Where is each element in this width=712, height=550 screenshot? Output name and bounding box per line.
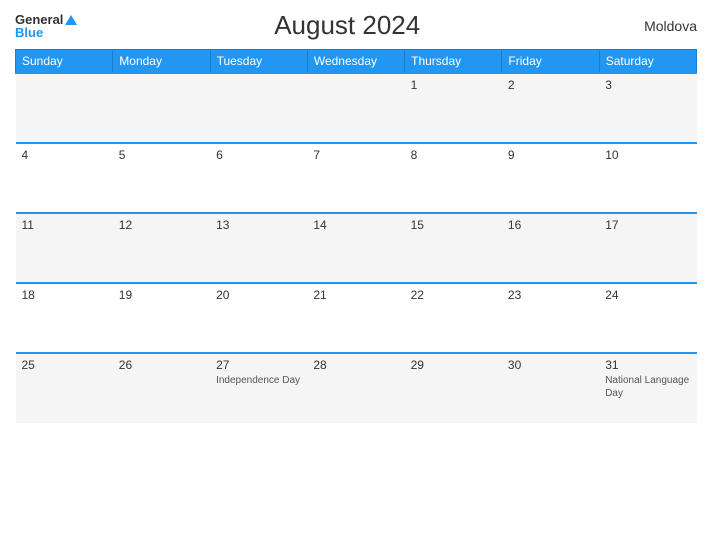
day-number: 19 — [119, 288, 204, 302]
calendar-cell: 26 — [113, 353, 210, 423]
day-number: 22 — [411, 288, 496, 302]
day-number: 12 — [119, 218, 204, 232]
calendar-cell: 8 — [405, 143, 502, 213]
calendar-week-row: 25 26 27 Independence Day 28 29 30 31 National L… — [16, 353, 697, 423]
calendar-cell: 6 — [210, 143, 307, 213]
logo-blue-text: Blue — [15, 26, 43, 39]
day-number: 10 — [605, 148, 690, 162]
day-number: 5 — [119, 148, 204, 162]
col-sunday: Sunday — [16, 50, 113, 74]
calendar-cell: 31 National Language Day — [599, 353, 696, 423]
day-number: 1 — [411, 78, 496, 92]
day-number: 16 — [508, 218, 593, 232]
day-number: 3 — [605, 78, 690, 92]
calendar-week-row: 123 — [16, 73, 697, 143]
calendar-cell: 27 Independence Day — [210, 353, 307, 423]
calendar-cell: 23 — [502, 283, 599, 353]
day-number: 27 — [216, 358, 301, 372]
calendar-cell: 3 — [599, 73, 696, 143]
col-thursday: Thursday — [405, 50, 502, 74]
calendar-week-row: 11 12 13 14 15 16 17 — [16, 213, 697, 283]
calendar-cell: 12 — [113, 213, 210, 283]
day-number: 28 — [313, 358, 398, 372]
calendar-header-row: Sunday Monday Tuesday Wednesday Thursday… — [16, 50, 697, 74]
day-number: 20 — [216, 288, 301, 302]
calendar-cell: 1 — [405, 73, 502, 143]
calendar-cell: 19 — [113, 283, 210, 353]
calendar-cell: 25 — [16, 353, 113, 423]
calendar-cell: 21 — [307, 283, 404, 353]
logo-triangle-icon — [65, 15, 77, 25]
calendar-week-row: 18 19 20 21 22 23 24 — [16, 283, 697, 353]
day-number: 30 — [508, 358, 593, 372]
calendar-cell: 28 — [307, 353, 404, 423]
calendar-cell: 7 — [307, 143, 404, 213]
day-number: 23 — [508, 288, 593, 302]
day-number: 4 — [22, 148, 107, 162]
day-number: 31 — [605, 358, 690, 372]
calendar-cell: 9 — [502, 143, 599, 213]
calendar-cell: 29 — [405, 353, 502, 423]
calendar-cell: 16 — [502, 213, 599, 283]
day-number: 21 — [313, 288, 398, 302]
calendar-cell: 18 — [16, 283, 113, 353]
logo: General Blue — [15, 13, 77, 39]
calendar-body: 1234567891011121314151617181920212223242… — [16, 73, 697, 423]
day-number: 25 — [22, 358, 107, 372]
day-number: 29 — [411, 358, 496, 372]
event-label: Independence Day — [216, 374, 301, 387]
calendar-cell: 13 — [210, 213, 307, 283]
day-number: 18 — [22, 288, 107, 302]
col-wednesday: Wednesday — [307, 50, 404, 74]
calendar-cell: 10 — [599, 143, 696, 213]
calendar-cell: 4 — [16, 143, 113, 213]
logo-general-text: General — [15, 13, 77, 26]
day-number: 26 — [119, 358, 204, 372]
day-number: 24 — [605, 288, 690, 302]
col-saturday: Saturday — [599, 50, 696, 74]
calendar-cell: 11 — [16, 213, 113, 283]
day-number: 11 — [22, 218, 107, 232]
calendar-cell: 2 — [502, 73, 599, 143]
calendar-cell — [210, 73, 307, 143]
calendar-title: August 2024 — [77, 10, 617, 41]
calendar-cell: 20 — [210, 283, 307, 353]
calendar-cell — [16, 73, 113, 143]
day-number: 8 — [411, 148, 496, 162]
day-number: 2 — [508, 78, 593, 92]
day-number: 15 — [411, 218, 496, 232]
calendar-table: Sunday Monday Tuesday Wednesday Thursday… — [15, 49, 697, 423]
calendar-cell: 22 — [405, 283, 502, 353]
calendar-cell — [307, 73, 404, 143]
calendar-header: General Blue August 2024 Moldova — [15, 10, 697, 41]
col-monday: Monday — [113, 50, 210, 74]
day-number: 9 — [508, 148, 593, 162]
calendar-cell: 14 — [307, 213, 404, 283]
col-tuesday: Tuesday — [210, 50, 307, 74]
event-label: National Language Day — [605, 374, 690, 400]
day-number: 13 — [216, 218, 301, 232]
col-friday: Friday — [502, 50, 599, 74]
calendar-cell: 24 — [599, 283, 696, 353]
calendar-week-row: 456789 10 — [16, 143, 697, 213]
country-label: Moldova — [617, 18, 697, 34]
calendar-cell: 30 — [502, 353, 599, 423]
calendar-page: General Blue August 2024 Moldova Sunday … — [0, 0, 712, 550]
day-number: 17 — [605, 218, 690, 232]
calendar-cell: 5 — [113, 143, 210, 213]
calendar-cell — [113, 73, 210, 143]
day-number: 14 — [313, 218, 398, 232]
day-number: 7 — [313, 148, 398, 162]
calendar-cell: 15 — [405, 213, 502, 283]
calendar-cell: 17 — [599, 213, 696, 283]
day-number: 6 — [216, 148, 301, 162]
